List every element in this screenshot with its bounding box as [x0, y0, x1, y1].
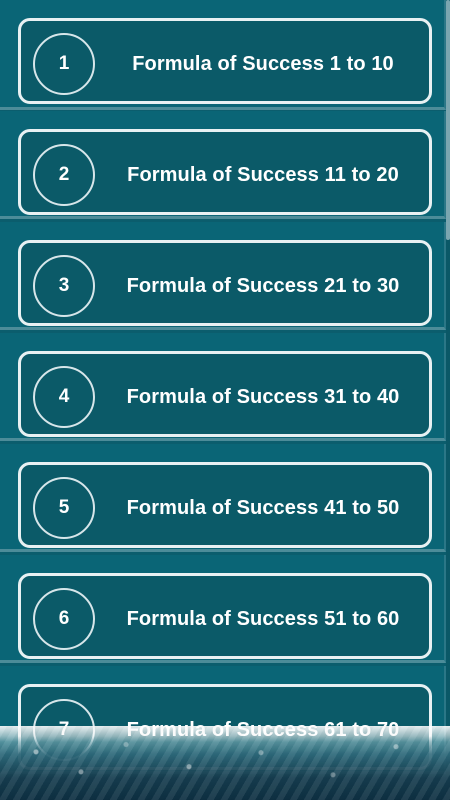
- item-number-circle: 6: [33, 588, 95, 650]
- item-label: Formula of Success 21 to 30: [126, 274, 400, 297]
- item-number-circle: 3: [33, 255, 95, 317]
- item-label: Formula of Success 1 to 10: [132, 52, 394, 75]
- item-number: 6: [58, 608, 70, 629]
- list-item[interactable]: 6 Formula of Success 51 to 60: [0, 555, 446, 663]
- item-label: Formula of Success 41 to 50: [126, 496, 400, 519]
- item-number: 5: [58, 497, 70, 518]
- list-item[interactable]: 5 Formula of Success 41 to 50: [0, 444, 446, 552]
- item-number: 2: [58, 164, 70, 185]
- item-number: 4: [58, 386, 70, 407]
- list-item-card[interactable]: 3 Formula of Success 21 to 30: [18, 240, 432, 326]
- list-item-card[interactable]: 6 Formula of Success 51 to 60: [18, 573, 432, 659]
- list-item[interactable]: 4 Formula of Success 31 to 40: [0, 333, 446, 441]
- list-item-card[interactable]: 5 Formula of Success 41 to 50: [18, 462, 432, 548]
- item-number: 3: [58, 275, 70, 296]
- list-item-card[interactable]: 2 Formula of Success 11 to 20: [18, 129, 432, 215]
- list-item-card[interactable]: 1 Formula of Success 1 to 10: [18, 18, 432, 104]
- formula-list: 1 Formula of Success 1 to 10 2 Formula o…: [0, 0, 450, 800]
- item-number-circle: 4: [33, 366, 95, 428]
- item-label: Formula of Success 11 to 20: [127, 163, 399, 186]
- item-number-circle: 2: [33, 144, 95, 206]
- scrollbar-thumb[interactable]: [446, 0, 450, 240]
- item-label: Formula of Success 51 to 60: [126, 607, 400, 630]
- list-item-card[interactable]: 4 Formula of Success 31 to 40: [18, 351, 432, 437]
- list-item[interactable]: 1 Formula of Success 1 to 10: [0, 0, 446, 110]
- list-item[interactable]: 2 Formula of Success 11 to 20: [0, 111, 446, 219]
- item-number-circle: 1: [33, 33, 95, 95]
- ocean-background: [0, 726, 450, 800]
- item-number-circle: 5: [33, 477, 95, 539]
- item-label: Formula of Success 31 to 40: [126, 385, 400, 408]
- list-item[interactable]: 3 Formula of Success 21 to 30: [0, 222, 446, 330]
- item-number: 1: [58, 53, 70, 74]
